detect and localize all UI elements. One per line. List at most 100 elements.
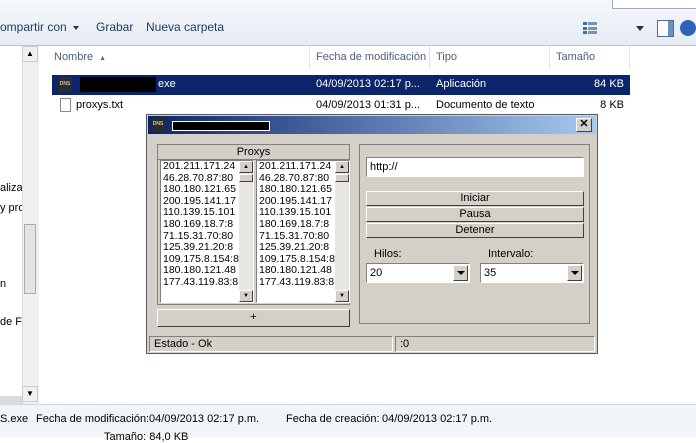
pause-button[interactable]: Pausa xyxy=(366,207,584,222)
nav-item[interactable]: y pro xyxy=(0,202,24,214)
list-item[interactable]: 109.175.8.154:8 xyxy=(161,254,241,266)
interval-value: 35 xyxy=(484,267,497,279)
list-item[interactable]: 200.195.141.17 xyxy=(257,196,337,208)
details-size: Tamaño: 84,0 KB xyxy=(104,431,189,443)
scroll-up-icon[interactable]: ▲ xyxy=(22,46,38,62)
details-filename: S.exe xyxy=(0,413,29,425)
list-item[interactable]: 110.139.15.101 xyxy=(257,207,337,219)
title-bar[interactable]: DNS ✕ xyxy=(148,116,596,134)
list-item[interactable]: 180.180.121.65 xyxy=(161,184,241,196)
status-text: Estado - Ok xyxy=(149,336,393,352)
list-item[interactable]: 177.43.119.83:8 xyxy=(257,277,337,289)
new-folder-button[interactable]: Nueva carpeta xyxy=(146,16,224,38)
details-modified-label: Fecha de modificación: xyxy=(36,413,150,425)
proxy-list-a-scrollbar[interactable]: ▲ ▼ xyxy=(239,161,253,302)
list-item[interactable]: 180.180.121.65 xyxy=(257,184,337,196)
proxies-title: Proxys xyxy=(158,145,349,160)
scroll-down-icon[interactable]: ▼ xyxy=(335,290,349,302)
nav-item[interactable]: n xyxy=(0,278,6,290)
list-item[interactable]: 180.169.18.7:8 xyxy=(161,219,241,231)
column-header-modified[interactable]: Fecha de modificación xyxy=(310,46,430,68)
list-item[interactable]: 125.39.21.20:8 xyxy=(257,242,337,254)
file-type: Documento de texto xyxy=(436,99,535,111)
file-row[interactable]: proxys.txt 04/09/2013 01:31 p... Documen… xyxy=(52,96,630,116)
scroll-up-icon[interactable]: ▲ xyxy=(335,161,349,173)
list-item[interactable]: 177.43.119.83:8 xyxy=(161,277,241,289)
details-pane: S.exe Fecha de modificación: 04/09/2013 … xyxy=(0,404,696,443)
app-icon: DNS xyxy=(151,117,165,132)
scroll-up-icon[interactable]: ▲ xyxy=(239,161,253,173)
threads-select[interactable]: 20 xyxy=(366,263,470,283)
column-header-size[interactable]: Tamaño xyxy=(550,46,630,68)
proxy-list-a[interactable]: 201.211.171.24 46.28.70.87:80 180.180.12… xyxy=(160,160,254,303)
explorer-toolbar: ompartir con Grabar Nueva carpeta xyxy=(0,0,696,46)
file-type: Aplicación xyxy=(436,78,487,90)
list-item[interactable]: 201.211.171.24 xyxy=(161,161,241,173)
proxy-list-b[interactable]: 201.211.171.24 46.28.70.87:80 180.180.12… xyxy=(256,160,350,303)
file-name: exe xyxy=(158,78,176,90)
control-panel: http:// Iniciar Pausa Detener Hilos: Int… xyxy=(359,144,590,324)
redacted-title xyxy=(172,121,270,131)
column-header-type[interactable]: Tipo xyxy=(430,46,550,68)
list-item[interactable]: 110.139.15.101 xyxy=(161,207,241,219)
interval-label: Intervalo: xyxy=(488,248,534,260)
preview-pane-icon[interactable] xyxy=(657,20,674,37)
search-input[interactable] xyxy=(612,0,696,9)
scrollbar-thumb[interactable] xyxy=(24,224,36,294)
redacted-filename xyxy=(80,77,156,92)
file-modified: 04/09/2013 01:31 p... xyxy=(316,99,420,111)
details-created-value: 04/09/2013 02:17 p.m. xyxy=(382,413,493,425)
file-row[interactable]: DNS exe 04/09/2013 02:17 p... Aplicación… xyxy=(52,75,630,95)
text-file-icon xyxy=(60,98,71,112)
view-dropdown-icon[interactable] xyxy=(636,26,644,31)
close-icon: ✕ xyxy=(579,118,589,130)
add-proxy-button[interactable]: + xyxy=(157,309,350,327)
threads-label: Hilos: xyxy=(374,248,402,260)
list-item[interactable]: 180.169.18.7:8 xyxy=(257,219,337,231)
burn-button[interactable]: Grabar xyxy=(96,16,133,38)
sort-ascending-icon: ▲ xyxy=(99,55,107,62)
url-input[interactable]: http:// xyxy=(366,157,584,177)
nav-item[interactable]: de F xyxy=(0,316,22,328)
details-created-label: Fecha de creación: xyxy=(286,413,380,425)
close-button[interactable]: ✕ xyxy=(576,118,592,132)
list-item[interactable]: 201.211.171.24 xyxy=(257,161,337,173)
details-modified-value: 04/09/2013 02:17 p.m. xyxy=(149,413,260,425)
interval-select[interactable]: 35 xyxy=(480,263,584,283)
file-list-scrollbar[interactable] xyxy=(682,46,696,404)
list-item[interactable]: 71.15.31.70:80 xyxy=(161,231,241,243)
column-header-name[interactable]: Nombre ▲ xyxy=(48,46,310,68)
chevron-down-icon[interactable] xyxy=(567,265,582,281)
scroll-down-icon[interactable]: ▼ xyxy=(22,386,38,402)
status-bar: Estado - Ok :0 xyxy=(149,336,595,352)
start-button[interactable]: Iniciar xyxy=(366,191,584,206)
list-item[interactable]: 46.28.70.87:80 xyxy=(161,173,241,185)
list-item[interactable]: 71.15.31.70:80 xyxy=(257,231,337,243)
navigation-pane: aliza y pro n de F ▲ ▼ xyxy=(0,46,39,414)
scroll-down-icon[interactable]: ▼ xyxy=(239,290,253,302)
nav-item[interactable]: aliza xyxy=(0,182,23,194)
file-size: 8 KB xyxy=(600,99,624,111)
app-icon: DNS xyxy=(58,77,72,92)
scrollbar-thumb[interactable] xyxy=(335,174,349,182)
proxy-tool-window: DNS ✕ Proxys 201.211.171.24 46.28.70.87:… xyxy=(146,114,598,354)
scrollbar-thumb[interactable] xyxy=(239,174,253,182)
threads-value: 20 xyxy=(370,267,383,279)
share-with-button[interactable]: ompartir con xyxy=(0,16,80,38)
help-icon[interactable] xyxy=(680,20,696,36)
file-modified: 04/09/2013 02:17 p... xyxy=(316,78,420,90)
stop-button[interactable]: Detener xyxy=(366,223,584,238)
count-text: :0 xyxy=(395,336,595,352)
file-size: 84 KB xyxy=(594,78,624,90)
list-item[interactable]: 200.195.141.17 xyxy=(161,196,241,208)
list-item[interactable]: 180.180.121.48 xyxy=(161,265,241,277)
chevron-down-icon[interactable] xyxy=(453,265,468,281)
list-item[interactable]: 125.39.21.20:8 xyxy=(161,242,241,254)
list-item[interactable]: 46.28.70.87:80 xyxy=(257,173,337,185)
view-options-icon[interactable] xyxy=(583,22,597,34)
proxy-list-b-scrollbar[interactable]: ▲ ▼ xyxy=(335,161,349,302)
list-item[interactable]: 180.180.121.48 xyxy=(257,265,337,277)
list-item[interactable]: 109.175.8.154:8 xyxy=(257,254,337,266)
chevron-down-icon xyxy=(72,25,79,30)
proxies-group: Proxys 201.211.171.24 46.28.70.87:80 180… xyxy=(157,144,350,305)
